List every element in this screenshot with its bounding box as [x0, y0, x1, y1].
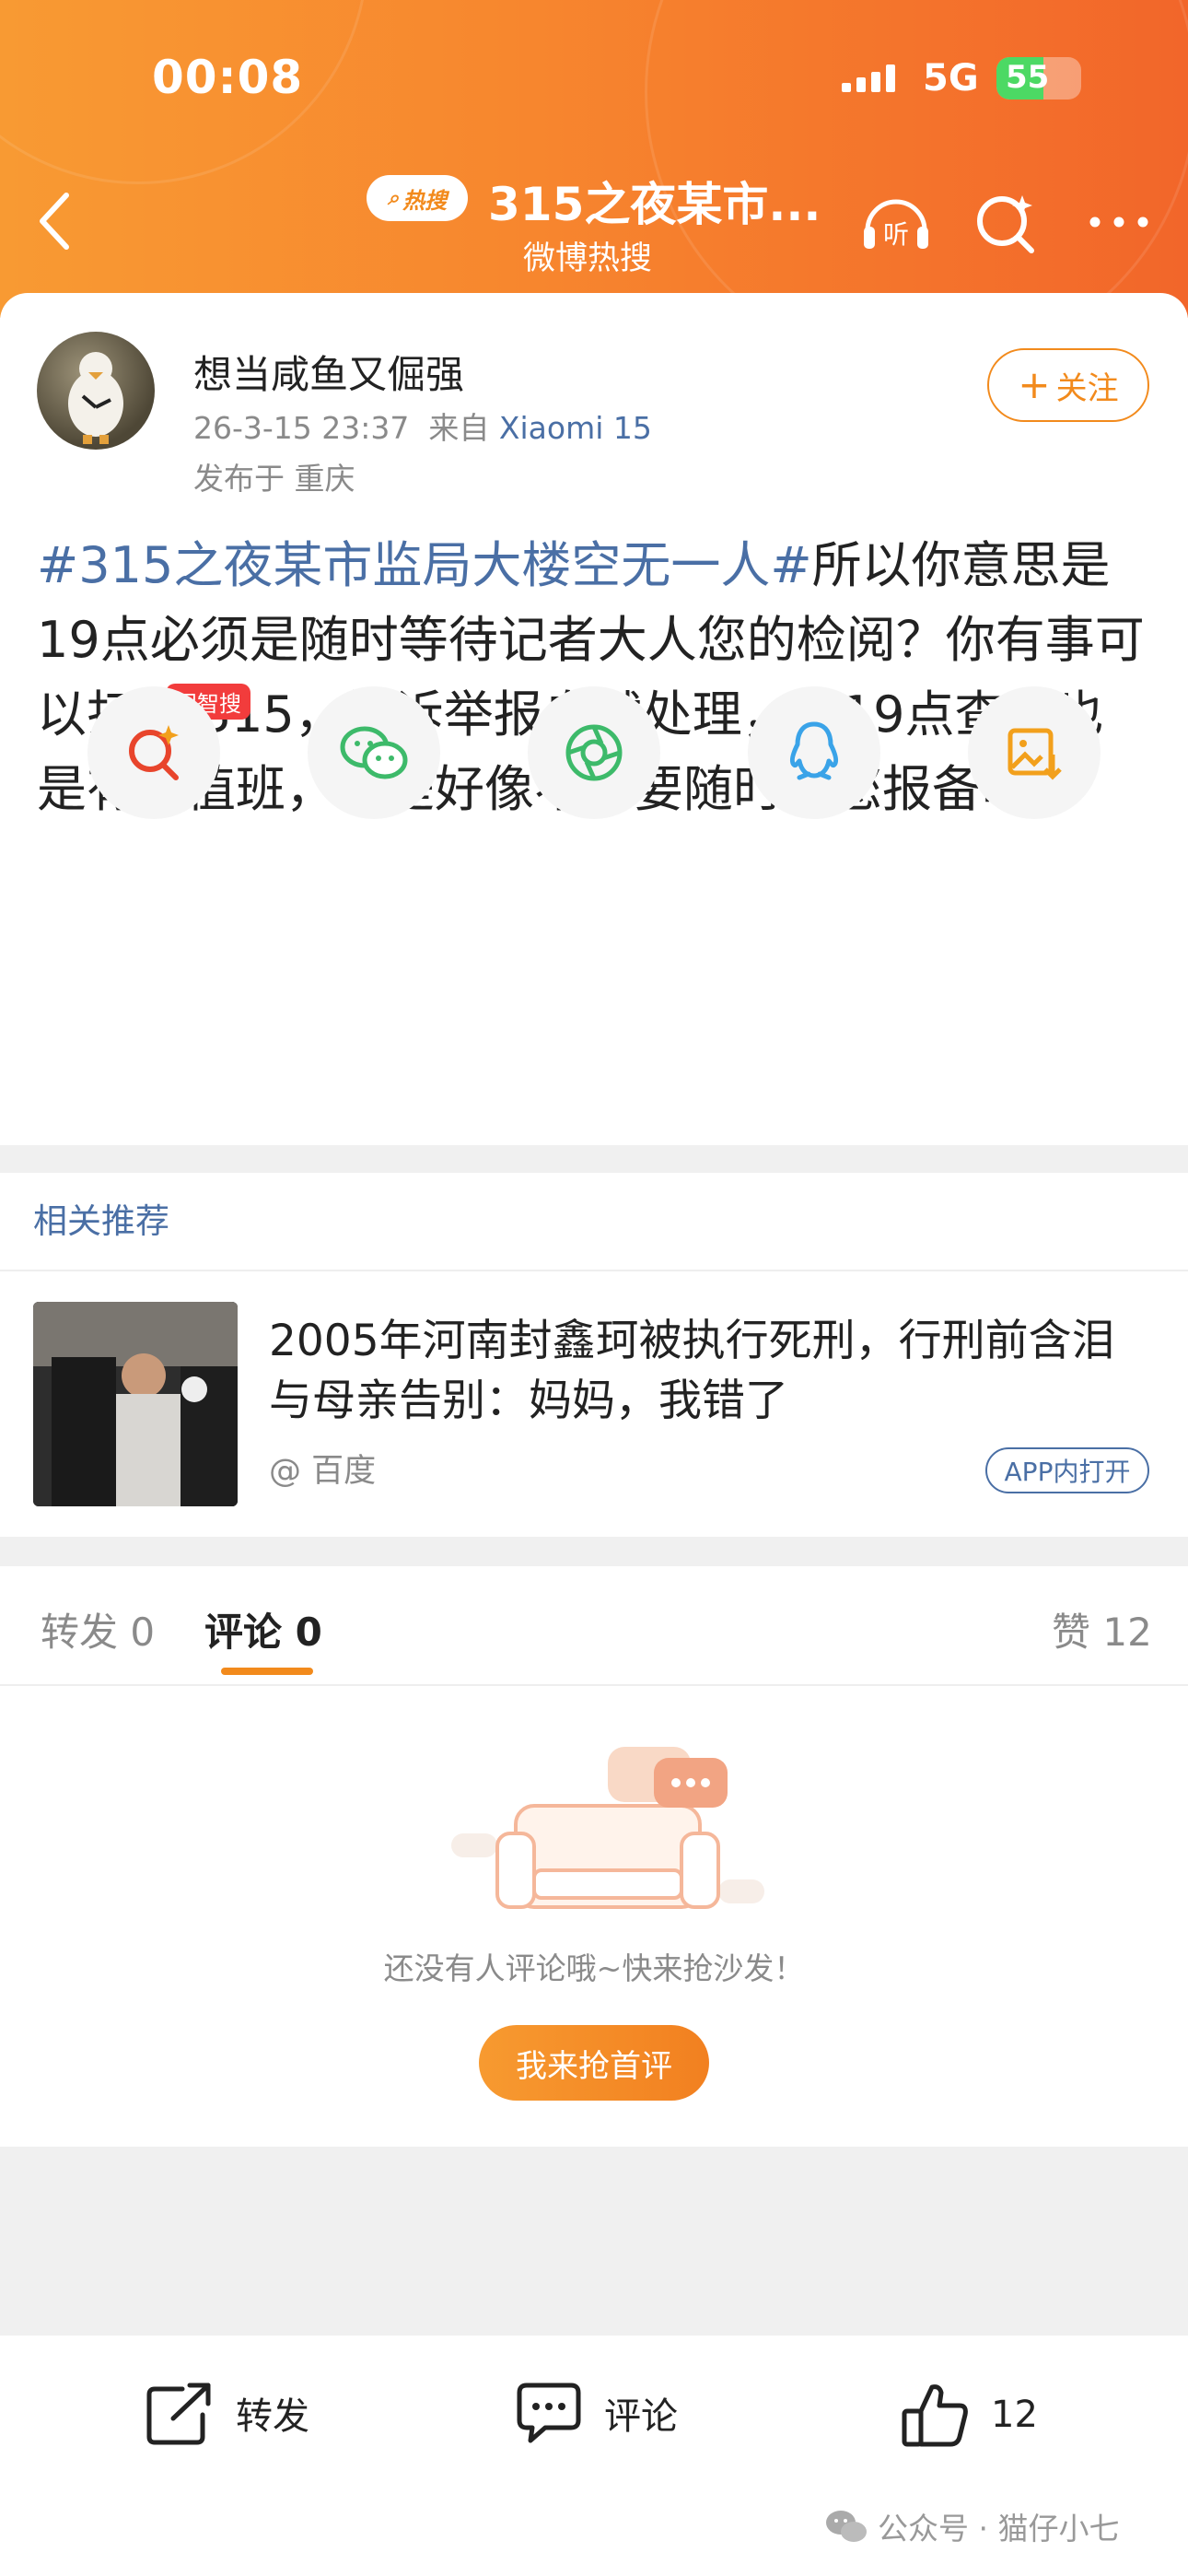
interaction-tabs: 转发 0 评论 0 赞 12: [0, 1566, 1188, 1686]
like-button[interactable]: 12: [901, 2380, 1038, 2450]
ai-search-icon: [129, 725, 179, 780]
page-title: 315之夜某市...: [488, 178, 821, 231]
ai-search-button[interactable]: [87, 686, 220, 819]
search-icon: ⌕: [387, 186, 400, 210]
battery-level: 55: [1006, 59, 1050, 96]
watermark: 公众号 · 猫仔小七: [824, 2504, 1119, 2548]
tab-comment[interactable]: 评论 0: [204, 1601, 322, 1657]
network-type: 5G: [923, 57, 979, 100]
device-name[interactable]: Xiaomi 15: [499, 410, 652, 446]
top-header: 00:08 5G 55 ⌕ 热搜 315之夜某市... 微博热搜 听: [0, 0, 1188, 318]
follow-button[interactable]: + 关注: [987, 348, 1149, 422]
like-count: 12: [991, 2394, 1038, 2436]
hot-search-badge: ⌕ 热搜: [367, 175, 468, 221]
comment-label: 评论: [604, 2395, 678, 2438]
from-label: 来自: [428, 410, 490, 446]
author-name[interactable]: 想当咸鱼又倔强: [193, 344, 464, 400]
status-time: 00:08: [152, 51, 304, 104]
news-source: @ 百度: [269, 1453, 377, 1490]
post-datetime: 26-3-15 23:37: [193, 410, 410, 446]
search-icon[interactable]: [967, 182, 1046, 262]
watermark-text: 公众号 · 猫仔小七: [878, 2511, 1120, 2547]
share-row: [0, 686, 1188, 825]
repost-label: 转发: [236, 2395, 309, 2438]
moments-share-button[interactable]: [528, 686, 660, 819]
empty-comments-message: 还没有人评论哦~快来抢沙发！: [383, 1950, 805, 1986]
qq-icon: [789, 721, 839, 780]
wechat-share-button[interactable]: [308, 686, 440, 819]
save-image-icon: [1007, 728, 1062, 780]
first-comment-button[interactable]: 我来抢首评: [479, 2025, 709, 2101]
tab-like[interactable]: 赞 12: [1052, 1601, 1152, 1657]
battery-indicator: 55: [996, 57, 1081, 100]
duck-avatar-image: [68, 352, 123, 444]
comment-icon: [517, 2383, 581, 2443]
thumbs-up-icon: [902, 2384, 968, 2447]
wechat-icon: [340, 726, 408, 779]
more-icon[interactable]: [1079, 182, 1159, 262]
repost-button[interactable]: 转发: [146, 2380, 309, 2446]
post-hashtag[interactable]: #315之夜某市监局大楼空无一人#: [37, 536, 812, 594]
active-tab-indicator: [221, 1668, 313, 1675]
news-thumbnail[interactable]: [33, 1302, 238, 1506]
comments-area: 还没有人评论哦~快来抢沙发！ 我来抢首评: [0, 1686, 1188, 2147]
related-recommendation: 相关推荐 2005年河南封鑫珂被执行死刑，行刑前含泪与母亲告别：妈妈，我错了 @…: [0, 1173, 1188, 1537]
back-icon[interactable]: [28, 184, 83, 258]
listen-icon[interactable]: 听: [856, 182, 936, 262]
page-subtitle: 微博热搜: [523, 240, 653, 277]
repost-icon: [146, 2383, 211, 2445]
divider: [0, 1270, 1188, 1271]
header-decoration: [645, 0, 1188, 318]
news-headline[interactable]: 2005年河南封鑫珂被执行死刑，行刑前含泪与母亲告别：妈妈，我错了: [269, 1311, 1153, 1431]
wechat-icon: [826, 2511, 867, 2542]
news-photo: [33, 1302, 238, 1506]
follow-label: 关注: [1055, 369, 1119, 407]
section-title: 相关推荐: [33, 1201, 169, 1241]
hot-badge-label: 热搜: [402, 187, 448, 214]
empty-sofa-illustration: [451, 1747, 764, 1909]
plus-icon: +: [1018, 362, 1051, 407]
open-in-app-button[interactable]: APP内打开: [985, 1447, 1149, 1493]
signal-icon: [842, 64, 895, 92]
post-location: 发布于 重庆: [193, 461, 355, 497]
avatar[interactable]: [37, 332, 155, 450]
svg-text:听: 听: [883, 219, 909, 250]
comment-button[interactable]: 评论: [514, 2380, 678, 2446]
save-image-button[interactable]: [968, 686, 1101, 819]
post-meta: 26-3-15 23:37 来自 Xiaomi 15: [193, 404, 652, 448]
qq-share-button[interactable]: [748, 686, 880, 819]
tab-repost[interactable]: 转发 0: [41, 1601, 155, 1657]
moments-icon: [565, 724, 623, 781]
